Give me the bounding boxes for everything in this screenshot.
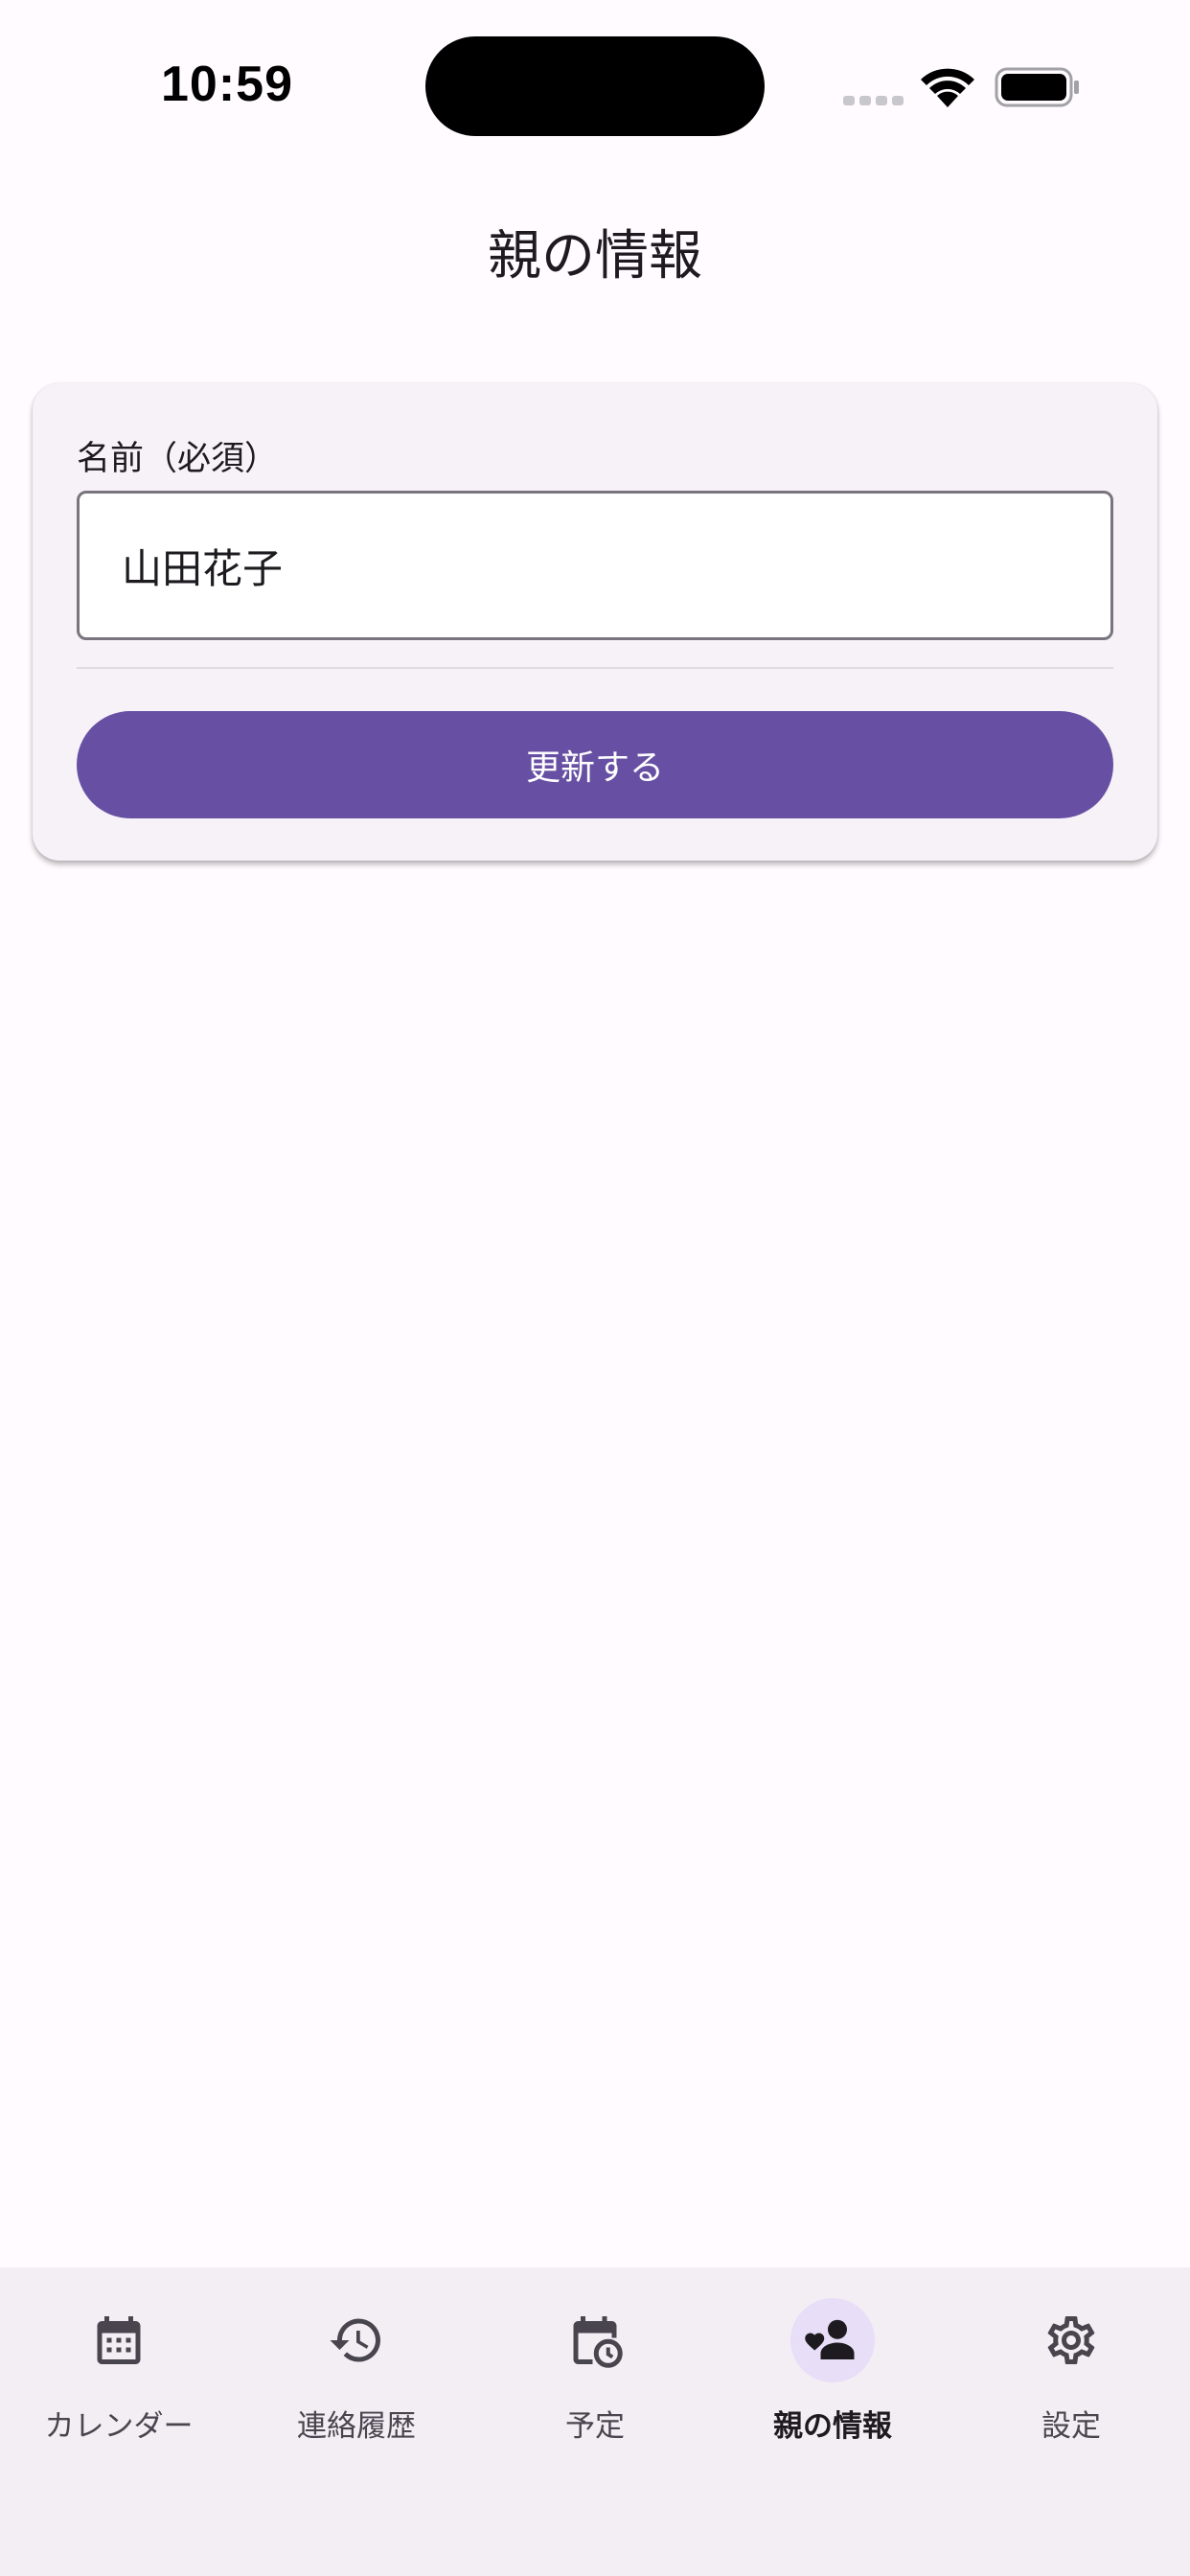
- parent-info-card: 名前（必須） 更新する: [33, 383, 1157, 861]
- nav-item-calendar[interactable]: カレンダー: [0, 2298, 238, 2451]
- status-bar: 10:59: [0, 0, 1190, 153]
- bottom-navigation-bar: カレンダー 連絡履歴 予定 親の情報 設定: [0, 2267, 1190, 2576]
- name-input[interactable]: [77, 491, 1113, 640]
- calendar-clock-icon: [573, 2316, 623, 2368]
- nav-item-settings[interactable]: 設定: [952, 2298, 1190, 2451]
- update-button[interactable]: 更新する: [77, 711, 1113, 818]
- nav-label-settings: 設定: [1041, 2409, 1101, 2444]
- page-title: 親の情報: [488, 225, 702, 288]
- nav-label-calendar: カレンダー: [44, 2409, 194, 2444]
- status-time: 10:59: [161, 57, 293, 112]
- wifi-icon: [921, 68, 974, 107]
- cellular-signal-icon: [843, 96, 904, 105]
- calendar-icon: [97, 2316, 141, 2364]
- name-field-label: 名前（必須）: [77, 440, 279, 478]
- divider: [77, 667, 1113, 669]
- history-icon: [330, 2318, 380, 2362]
- nav-item-parent-info[interactable]: 親の情報: [714, 2298, 951, 2451]
- nav-label-contact-history: 連絡履歴: [297, 2409, 416, 2444]
- nav-item-schedule[interactable]: 予定: [476, 2298, 714, 2451]
- nav-item-contact-history[interactable]: 連絡履歴: [238, 2298, 475, 2451]
- nav-label-schedule: 予定: [565, 2409, 625, 2444]
- gear-icon: [1047, 2316, 1095, 2364]
- nav-label-parent-info: 親の情報: [773, 2409, 892, 2444]
- parent-heart-icon: [805, 2319, 855, 2359]
- battery-icon: [995, 67, 1079, 107]
- dynamic-island: [425, 36, 765, 136]
